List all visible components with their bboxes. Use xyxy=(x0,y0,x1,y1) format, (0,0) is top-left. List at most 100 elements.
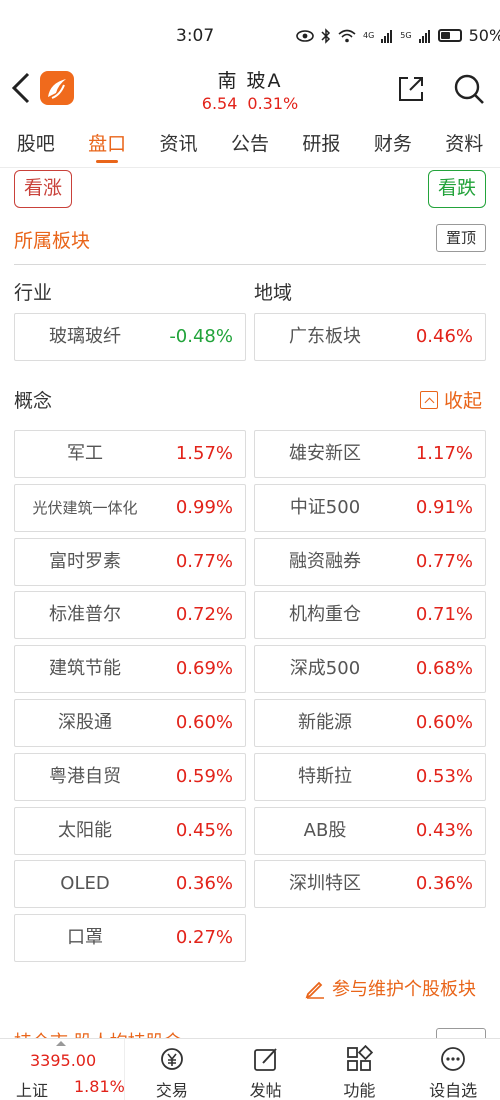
concept-name: 军工 xyxy=(67,443,103,464)
status-icons: 4G 5G 50% xyxy=(296,26,500,45)
stock-header: 南 玻A 6.54 0.31% xyxy=(0,62,500,120)
concept-cell[interactable]: 特斯拉 0.53% xyxy=(254,753,486,801)
concept-name: 深股通 xyxy=(58,712,112,733)
concept-cell[interactable]: 深成500 0.68% xyxy=(254,645,486,693)
concept-pct: 0.60% xyxy=(175,712,233,733)
concept-cell[interactable]: 深圳特区 0.36% xyxy=(254,860,486,908)
concept-pct: 0.43% xyxy=(415,820,473,841)
concept-pct: 0.69% xyxy=(175,658,233,679)
concept-pct: 0.68% xyxy=(415,658,473,679)
pin-top-button[interactable]: 置顶 xyxy=(436,224,486,252)
bearish-button[interactable]: 看跌 xyxy=(428,170,486,208)
maintain-sector-link[interactable]: 参与维护个股板块 xyxy=(304,975,476,1001)
concept-pct: 0.99% xyxy=(175,497,233,518)
concept-name: 光伏建筑一体化 xyxy=(32,499,138,517)
region-name: 广东板块 xyxy=(289,326,361,347)
tab-pankou[interactable]: 盘口 xyxy=(71,122,142,167)
concept-name: 标准普尔 xyxy=(49,604,121,625)
tab-news[interactable]: 资讯 xyxy=(143,122,214,167)
concept-name: 中证500 xyxy=(289,497,361,518)
concept-cell[interactable]: 中证500 0.91% xyxy=(254,484,486,532)
concept-name: OLED xyxy=(60,873,110,894)
industry-label: 行业 xyxy=(14,282,53,304)
tab-profile[interactable]: 资料 xyxy=(429,122,500,167)
tab-finance[interactable]: 财务 xyxy=(357,122,428,167)
concept-name: 富时罗素 xyxy=(49,551,121,572)
concept-pct: 0.36% xyxy=(415,873,473,894)
maintain-label: 参与维护个股板块 xyxy=(332,979,476,1000)
concept-cell[interactable]: 标准普尔 0.72% xyxy=(14,591,246,639)
battery-icon xyxy=(437,29,462,42)
nav-watchlist[interactable]: 设自选 xyxy=(406,1039,500,1100)
concept-cell[interactable]: 机构重仓 0.71% xyxy=(254,591,486,639)
concept-name: 建筑节能 xyxy=(49,658,121,679)
concept-cell[interactable]: 新能源 0.60% xyxy=(254,699,486,747)
section-divider xyxy=(14,264,486,265)
concept-cell[interactable]: 富时罗素 0.77% xyxy=(14,538,246,586)
signal-icon-2 xyxy=(418,29,430,43)
concept-pct: 0.72% xyxy=(175,604,233,625)
concept-name: 深圳特区 xyxy=(289,873,361,894)
nav-trade[interactable]: 交易 xyxy=(125,1039,219,1100)
concept-cell[interactable]: 建筑节能 0.69% xyxy=(14,645,246,693)
concept-name: 粤港自贸 xyxy=(49,766,121,787)
stock-price: 6.54 xyxy=(201,94,238,113)
tab-research[interactable]: 研报 xyxy=(286,122,357,167)
concept-cell[interactable]: 军工 1.57% xyxy=(14,430,246,478)
grid-icon xyxy=(347,1045,374,1071)
index-ticker[interactable]: 3395.00 上证 1.81% xyxy=(0,1039,125,1100)
concept-pct: 1.17% xyxy=(415,443,473,464)
index-pct: 1.81% xyxy=(74,1077,125,1096)
nav-functions-label: 功能 xyxy=(343,1081,376,1100)
concept-cell[interactable]: 口罩 0.27% xyxy=(14,914,246,962)
share-icon[interactable] xyxy=(396,74,426,104)
battery-percent: 50% xyxy=(468,26,500,45)
search-icon[interactable] xyxy=(452,72,486,106)
concept-pct: 0.45% xyxy=(175,820,233,841)
concept-cell[interactable]: 粤港自贸 0.59% xyxy=(14,753,246,801)
pencil-icon xyxy=(305,981,324,999)
collapse-button[interactable]: 收起 xyxy=(420,386,482,413)
edit-icon xyxy=(253,1048,277,1071)
industry-name: 玻璃玻纤 xyxy=(49,326,121,347)
concept-cell[interactable]: 太阳能 0.45% xyxy=(14,807,246,855)
industry-pct: -0.48% xyxy=(169,326,233,347)
concept-name: AB股 xyxy=(303,820,347,841)
bluetooth-icon xyxy=(321,27,331,44)
concept-cell[interactable]: 深股通 0.60% xyxy=(14,699,246,747)
industry-cell[interactable]: 玻璃玻纤 -0.48% xyxy=(14,313,246,361)
index-name: 上证 xyxy=(16,1081,49,1100)
concept-cell[interactable]: 融资融券 0.77% xyxy=(254,538,486,586)
bullish-button[interactable]: 看涨 xyxy=(14,170,72,208)
region-cell[interactable]: 广东板块 0.46% xyxy=(254,313,486,361)
concept-name: 太阳能 xyxy=(58,820,112,841)
concept-pct: 1.57% xyxy=(175,443,233,464)
bottom-nav: 3395.00 上证 1.81% 交易 发帖 功能 设自选 xyxy=(0,1038,500,1100)
trade-icon xyxy=(160,1048,183,1070)
concept-name: 特斯拉 xyxy=(298,766,352,787)
concept-label: 概念 xyxy=(14,390,53,412)
concept-cell[interactable]: 雄安新区 1.17% xyxy=(254,430,486,478)
stock-change: 0.31% xyxy=(247,94,299,113)
concept-pct: 0.53% xyxy=(415,766,473,787)
nav-post[interactable]: 发帖 xyxy=(219,1039,313,1100)
concept-cell[interactable]: AB股 0.43% xyxy=(254,807,486,855)
concept-cell[interactable]: 光伏建筑一体化 0.99% xyxy=(14,484,246,532)
nav-watchlist-label: 设自选 xyxy=(429,1081,478,1100)
signal-5g-label: 5G xyxy=(400,31,412,40)
tab-guba[interactable]: 股吧 xyxy=(0,122,71,167)
concept-name: 新能源 xyxy=(298,712,352,733)
concept-name: 融资融券 xyxy=(289,551,361,572)
signal-4g-label: 4G xyxy=(363,31,375,40)
nav-trade-label: 交易 xyxy=(155,1081,188,1100)
concept-pct: 0.36% xyxy=(175,873,233,894)
concept-cell[interactable]: OLED 0.36% xyxy=(14,860,246,908)
status-time: 3:07 xyxy=(176,26,215,46)
nav-functions[interactable]: 功能 xyxy=(313,1039,407,1100)
region-pct: 0.46% xyxy=(415,326,473,347)
expand-arrow-icon xyxy=(56,1041,66,1046)
concept-name: 机构重仓 xyxy=(289,604,361,625)
wifi-icon xyxy=(338,29,356,42)
tab-announcements[interactable]: 公告 xyxy=(214,122,285,167)
region-label: 地域 xyxy=(254,282,293,304)
